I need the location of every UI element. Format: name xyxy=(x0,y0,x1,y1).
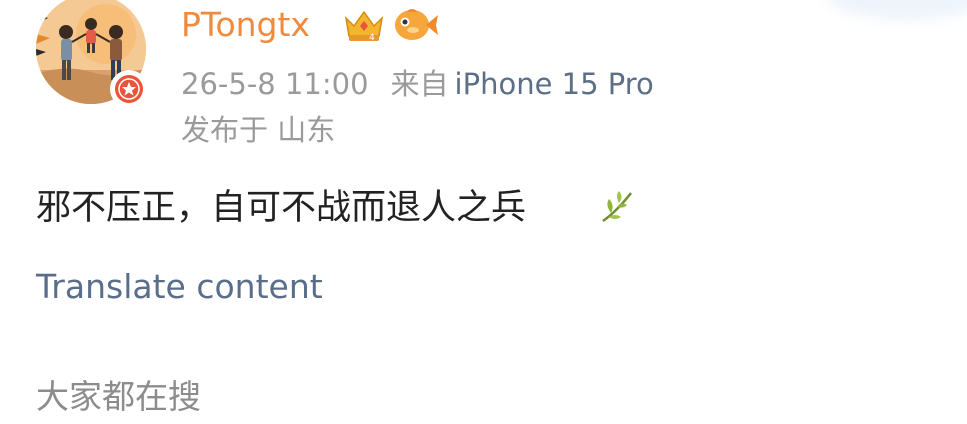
svg-text:4: 4 xyxy=(369,33,375,43)
top-glow-decoration xyxy=(827,0,967,20)
post-location: 发布于 山东 xyxy=(181,113,336,147)
translate-content-link[interactable]: Translate content xyxy=(36,265,323,309)
username[interactable]: PTongtx xyxy=(181,2,310,48)
device-link[interactable]: iPhone 15 Pro xyxy=(455,67,654,101)
trending-search-heading: 大家都在搜 xyxy=(36,377,201,416)
post-meta: 26-5-8 11:00 来自 iPhone 15 Pro xyxy=(181,64,654,104)
source-prefix: 来自 xyxy=(390,67,449,101)
verified-star-badge-icon xyxy=(110,70,148,108)
leaf-emoji-icon xyxy=(597,187,637,227)
crown-vip-icon[interactable]: 4 xyxy=(342,6,386,44)
post-timestamp: 26-5-8 11:00 xyxy=(181,67,369,101)
fish-icon[interactable] xyxy=(392,4,440,46)
post-text: 邪不压正，自可不战而退人之兵 xyxy=(36,188,527,228)
